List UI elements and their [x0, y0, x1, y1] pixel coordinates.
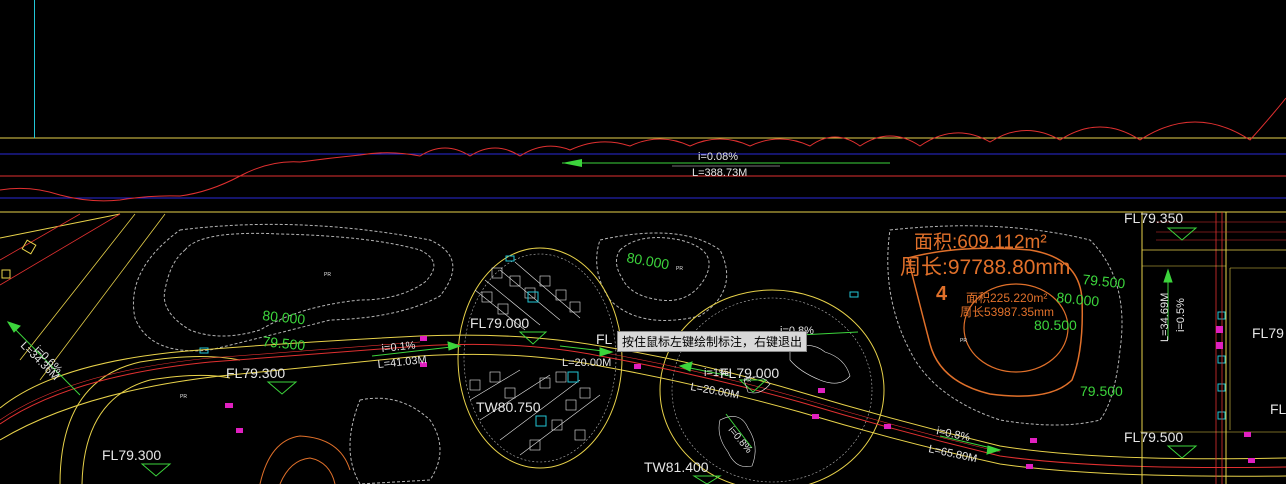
elev-fl-79-000-a: FL79.000 [470, 315, 529, 331]
contour-79-5-right: 79.500 [1082, 271, 1126, 291]
cursor-glyph: FL [596, 331, 613, 347]
mid-length-1: L=41.03M [377, 354, 427, 371]
area-small-label: 面积225.220m² [966, 291, 1047, 305]
contour-80-left: 80.000 [262, 307, 306, 327]
mid-slope-1: i=0.1% [381, 339, 416, 355]
elev-tw-80-750: TW80.750 [476, 399, 541, 415]
contour-80-top: 80.000 [625, 249, 670, 272]
perimeter-big-label: 周长:97788.80mm [900, 256, 1070, 279]
elev-fl-79-500: FL79.500 [1124, 429, 1183, 445]
area-big-label: 面积:609.112m² [914, 231, 1047, 253]
contour-80-right: 80.000 [1056, 289, 1100, 309]
pr-mark: PR [960, 338, 967, 344]
right-length-label: L=65.80M [927, 443, 978, 465]
elev-fl-right: FL79 [1252, 325, 1284, 341]
vertical-slope-label: i=0.5% [1175, 298, 1187, 332]
pr-mark: PR [744, 378, 751, 384]
zone-number: 4 [936, 283, 948, 305]
perimeter-small-label: 周长53987.35mm [960, 305, 1054, 319]
vertical-length-label: L=34.69M [1159, 293, 1171, 342]
elev-tw-81-400: TW81.400 [644, 459, 709, 475]
crosshair-cursor-line [34, 0, 35, 138]
elev-fl-79-300-b: FL79.300 [102, 447, 161, 463]
elev-fl-79-350: FL79.350 [1124, 210, 1183, 226]
contour-80-5-right: 80.500 [1034, 317, 1077, 333]
mid-length-2: L=20.00M [562, 357, 611, 369]
pr-mark: PR [324, 272, 331, 278]
command-tooltip: 按住鼠标左键绘制标注，右键退出 [617, 331, 808, 352]
annotation-layer: FL79.350 FL79.000 FL79.000 FL79.300 FL79… [18, 210, 1286, 475]
contour-79-5-left: 79.500 [262, 333, 306, 353]
pr-mark: PR [676, 266, 683, 272]
small-slope-label: i=0.8% [726, 425, 754, 456]
elev-fl-79-300-a: FL79.300 [226, 365, 285, 381]
right-slope-label: i=0.8% [935, 425, 971, 444]
contour-79-5-bottom: 79.500 [1080, 383, 1123, 399]
mid-length-3: L=20.00M [689, 381, 740, 401]
pr-mark: PR [180, 394, 187, 400]
mid-slope-2: i=1% [704, 367, 729, 379]
elev-fl-edge: FL [1270, 401, 1286, 417]
